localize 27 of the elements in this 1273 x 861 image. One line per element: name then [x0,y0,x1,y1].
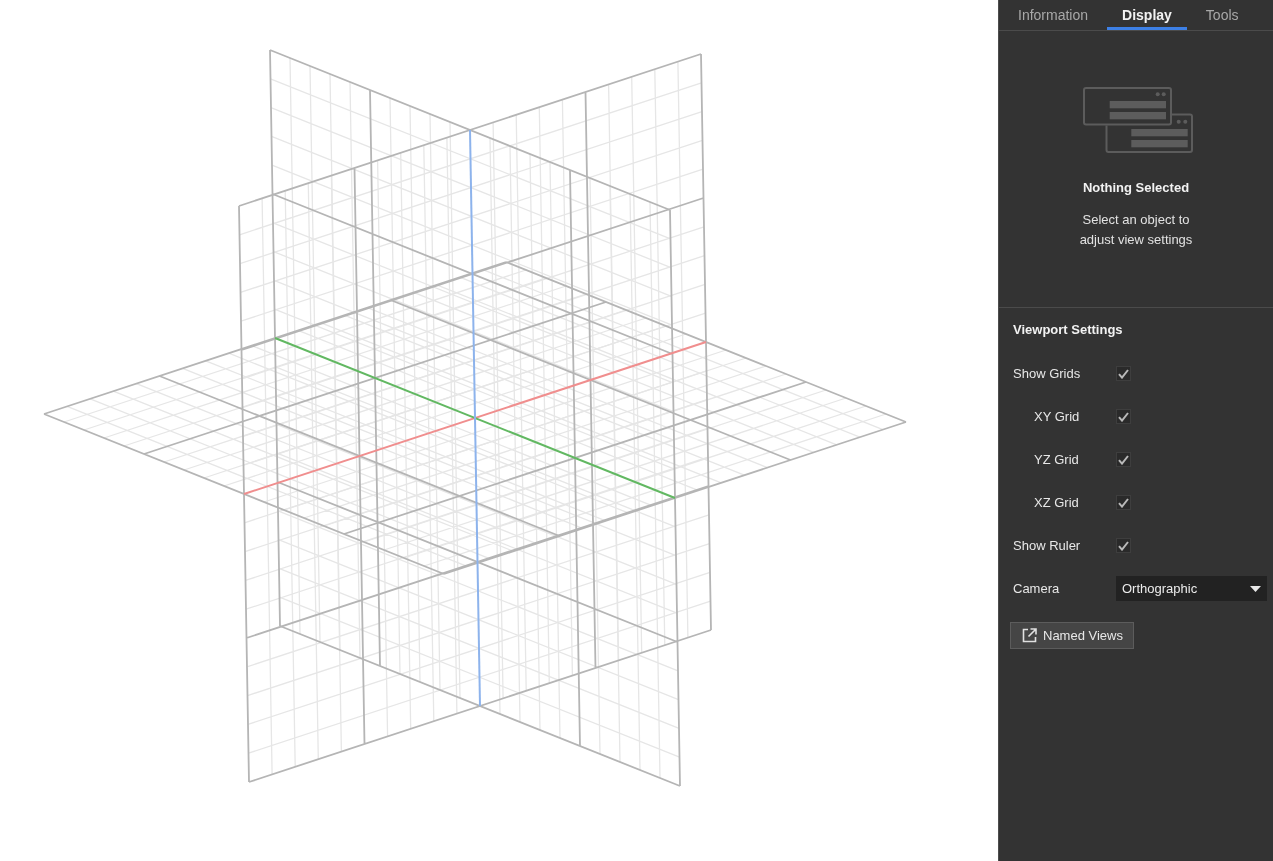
stacked-windows-icon [1082,87,1193,153]
tab[interactable]: Information [1003,0,1104,30]
check-icon [1118,540,1129,551]
check-icon [1118,411,1129,422]
checkbox[interactable] [1116,538,1131,553]
empty-state-title: Nothing Selected [1082,179,1190,197]
option-label: Show Grids [1013,365,1082,382]
option-label: XZ Grid [1033,494,1080,511]
check-icon [1118,454,1129,465]
check-icon [1118,497,1129,508]
tab[interactable]: Tools [1190,0,1254,30]
caret-icon [1250,585,1261,592]
tab[interactable]: Display [1107,0,1187,30]
checkbox[interactable] [1116,366,1131,381]
check-icon [1118,368,1129,379]
checkbox[interactable] [1116,409,1131,424]
checkbox[interactable] [1116,452,1131,467]
checkbox[interactable] [1116,495,1131,510]
named-views-button[interactable]: Named Views [1010,622,1134,649]
empty-state-message: Select an object to adjust view settings [1078,211,1194,249]
option-label: YZ Grid [1033,451,1080,468]
section-title: Viewport Settings [1013,321,1123,339]
camera-label: Camera [1013,580,1061,597]
option-label: XY Grid [1033,408,1081,425]
external-link-icon [1022,628,1037,643]
option-label: Show Ruler [1013,537,1082,554]
camera-dropdown[interactable]: Orthographic [1116,576,1267,601]
